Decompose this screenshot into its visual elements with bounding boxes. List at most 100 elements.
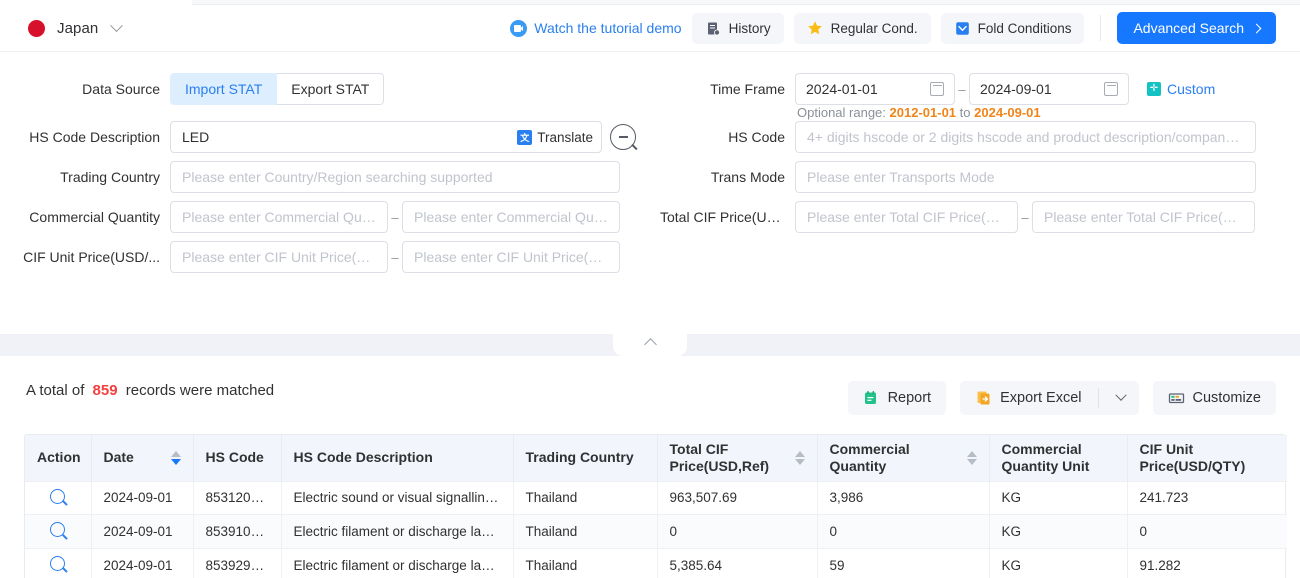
field-hs-code: HS Code 4+ digits hscode or 2 digits hsc… <box>660 121 1300 153</box>
japan-flag-icon <box>28 19 45 37</box>
column-label: Date <box>103 449 134 466</box>
column-date[interactable]: Date <box>91 435 194 481</box>
search-icon[interactable] <box>50 556 66 571</box>
trading-country-placeholder: Please enter Country/Region searching su… <box>182 169 493 185</box>
commercial-quantity-max-placeholder: Please enter Commercial Quantity <box>414 209 608 225</box>
field-trans-mode: Trans Mode Please enter Transports Mode <box>660 161 1300 193</box>
cell-hs-code: 853910000 <box>193 514 282 548</box>
data-source-toggle[interactable]: Import STAT Export STAT <box>170 73 385 105</box>
cell-country: Thailand <box>513 514 658 548</box>
table-row[interactable]: 2024-09-01 853910000 Electric filament o… <box>25 514 1287 548</box>
cell-unit: KG <box>989 514 1128 548</box>
header-divider <box>1100 15 1102 41</box>
translate-icon: 文 <box>517 129 533 145</box>
cell-description: Electric filament or discharge lamp... <box>281 514 514 548</box>
trans-mode-placeholder: Please enter Transports Mode <box>807 169 995 185</box>
trading-country-input[interactable]: Please enter Country/Region searching su… <box>170 161 620 193</box>
custom-label: Custom <box>1167 81 1216 97</box>
column-commercial-quantity-unit: Commercial Quantity Unit <box>989 435 1128 481</box>
cell-unit: KG <box>989 480 1128 515</box>
sort-toggle-date[interactable] <box>170 450 181 465</box>
results-summary: A total of 859 records were matched <box>26 382 274 399</box>
cell-unit: KG <box>989 547 1128 578</box>
time-frame-end-input[interactable]: 2024-09-01 <box>969 73 1129 105</box>
excel-icon <box>975 390 992 407</box>
sort-toggle-total-cif[interactable] <box>794 450 805 465</box>
results-total-prefix: A total of <box>26 382 85 399</box>
results-toolbar: Report Export Excel Customize <box>847 381 1276 415</box>
country-name: Japan <box>57 19 99 37</box>
customize-label: Customize <box>1192 390 1262 406</box>
table-row[interactable]: 2024-09-01 853929090 Electric filament o… <box>25 547 1287 578</box>
optional-range-to-word: to <box>959 105 971 120</box>
commercial-quantity-min-placeholder: Please enter Commercial Quantity <box>182 209 376 225</box>
row-action-cell[interactable] <box>25 547 92 578</box>
total-cif-price-max-input[interactable]: Please enter Total CIF Price(USD,... <box>1032 201 1255 233</box>
cell-country: Thailand <box>513 480 658 515</box>
custom-icon <box>1147 82 1161 96</box>
star-icon <box>807 20 824 37</box>
trans-mode-input[interactable]: Please enter Transports Mode <box>795 161 1256 193</box>
search-form: Optional range: 2012-01-01 to 2024-09-01… <box>0 52 1300 374</box>
search-icon[interactable] <box>50 488 66 504</box>
cell-date: 2024-09-01 <box>91 514 194 548</box>
header-actions: Watch the tutorial demo History Regular … <box>510 12 1276 44</box>
hs-code-input[interactable]: 4+ digits hscode or 2 digits hscode and … <box>795 121 1256 153</box>
column-label: Total CIF Price(USD,Ref) <box>669 440 770 474</box>
watch-tutorial-link[interactable]: Watch the tutorial demo <box>510 19 682 37</box>
cell-country: Thailand <box>513 547 658 578</box>
history-button[interactable]: History <box>691 12 784 44</box>
cif-unit-price-label: CIF Unit Price(USD/... <box>23 249 160 265</box>
cell-quantity: 0 <box>817 514 990 548</box>
commercial-quantity-max-input[interactable]: Please enter Commercial Quantity <box>402 201 620 233</box>
tab-export-stat[interactable]: Export STAT <box>277 73 385 105</box>
optional-range-prefix: Optional range: <box>797 105 886 120</box>
translate-button[interactable]: 文 Translate <box>517 129 593 145</box>
collapse-form-button[interactable] <box>613 334 687 356</box>
field-cif-unit-price: CIF Unit Price(USD/... Please enter CIF … <box>0 241 660 273</box>
chevron-down-icon[interactable] <box>1114 389 1127 401</box>
advanced-search-button[interactable]: Advanced Search <box>1117 12 1276 44</box>
app-header: Japan Watch the tutorial demo History Re… <box>0 5 1300 52</box>
cif-unit-price-max-input[interactable]: Please enter CIF Unit Price(USD/... <box>402 241 620 273</box>
regular-cond-button[interactable]: Regular Cond. <box>793 12 931 44</box>
regular-cond-label: Regular Cond. <box>830 20 918 36</box>
column-commercial-quantity[interactable]: Commercial Quantity <box>817 435 990 481</box>
cell-total-cif: 0 <box>657 514 818 548</box>
row-action-cell[interactable] <box>25 480 92 515</box>
table-row[interactable]: 2024-09-01 853120000 Electric sound or v… <box>25 480 1287 515</box>
total-cif-price-min-input[interactable]: Please enter Total CIF Price(USD,... <box>795 201 1018 233</box>
sort-toggle-quantity[interactable] <box>966 450 977 465</box>
column-action: Action <box>25 435 92 481</box>
fold-icon <box>954 20 971 37</box>
zoom-out-icon[interactable] <box>610 124 636 150</box>
column-trading-country: Trading Country <box>513 435 658 481</box>
field-time-frame: Time Frame 2024-01-01 – 2024-09-01 Custo… <box>660 73 1300 105</box>
tab-import-stat[interactable]: Import STAT <box>170 73 278 105</box>
history-label: History <box>728 20 771 36</box>
export-excel-button[interactable]: Export Excel <box>960 381 1139 415</box>
results-total-count: 859 <box>92 382 118 399</box>
column-total-cif-price[interactable]: Total CIF Price(USD,Ref) <box>657 435 818 481</box>
time-frame-start-input[interactable]: 2024-01-01 <box>795 73 955 105</box>
total-cif-price-min-placeholder: Please enter Total CIF Price(USD,... <box>807 209 1006 225</box>
hs-code-description-input[interactable]: LED 文 Translate <box>170 121 602 153</box>
cell-quantity: 59 <box>817 547 990 578</box>
chevron-down-icon <box>110 18 124 32</box>
custom-range-button[interactable]: Custom <box>1147 81 1215 97</box>
field-trading-country: Trading Country Please enter Country/Reg… <box>0 161 660 193</box>
country-selector[interactable]: Japan <box>28 18 124 37</box>
row-action-cell[interactable] <box>25 514 92 548</box>
cif-unit-price-min-input[interactable]: Please enter CIF Unit Price(USD/... <box>170 241 388 273</box>
search-icon[interactable] <box>50 522 66 538</box>
customize-button[interactable]: Customize <box>1152 381 1276 415</box>
fold-conditions-button[interactable]: Fold Conditions <box>940 12 1085 44</box>
time-frame-end-value: 2024-09-01 <box>980 81 1052 97</box>
results-section: A total of 859 records were matched Repo… <box>0 356 1300 578</box>
cell-total-cif: 5,385.64 <box>657 547 818 578</box>
video-icon <box>510 19 528 37</box>
total-cif-price-label: Total CIF Price(USD... <box>660 209 785 225</box>
report-button[interactable]: Report <box>847 381 947 415</box>
hs-code-description-wrap: LED 文 Translate <box>170 121 636 153</box>
commercial-quantity-min-input[interactable]: Please enter Commercial Quantity <box>170 201 388 233</box>
